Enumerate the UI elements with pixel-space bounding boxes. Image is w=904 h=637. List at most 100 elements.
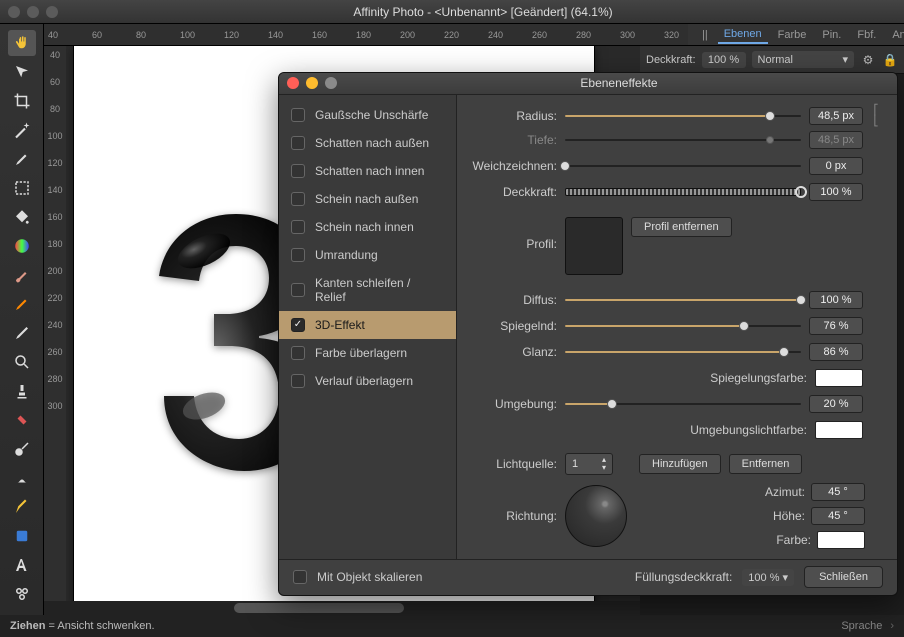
horizontal-scrollbar[interactable]	[44, 601, 640, 615]
stamp-tool[interactable]	[8, 378, 36, 404]
fx-3d-effect[interactable]: 3D-Effekt	[279, 311, 456, 339]
hand-tool[interactable]	[8, 30, 36, 56]
light-source-select[interactable]: 1▴▾	[565, 453, 613, 475]
radius-value[interactable]: 48,5 px	[809, 107, 863, 125]
dialog-close-button[interactable]	[287, 77, 299, 89]
diffuse-slider[interactable]	[565, 293, 801, 307]
specular-value[interactable]: 76 %	[809, 317, 863, 335]
marquee-tool[interactable]	[8, 175, 36, 201]
row-opacity: Deckkraft: 100 %	[467, 183, 881, 201]
tab-layers[interactable]: Ebenen	[718, 26, 768, 44]
language-selector[interactable]: Sprache›	[841, 620, 894, 632]
fx-inner-glow[interactable]: Schein nach innen	[279, 213, 456, 241]
remove-profile-button[interactable]: Profil entfernen	[631, 217, 732, 237]
wand-tool[interactable]	[8, 117, 36, 143]
heal-tool[interactable]	[8, 407, 36, 433]
app-title: Affinity Photo - <Unbenannt> [Geändert] …	[70, 5, 896, 19]
dodge-tool[interactable]	[8, 436, 36, 462]
soften-value[interactable]: 0 px	[809, 157, 863, 175]
shine-value[interactable]: 86 %	[809, 343, 863, 361]
text-tool[interactable]	[8, 552, 36, 578]
remove-light-button[interactable]: Entfernen	[729, 454, 803, 474]
specular-color-swatch[interactable]	[815, 369, 863, 387]
tab-fbf[interactable]: Fbf.	[851, 27, 882, 43]
tab-brushes[interactable]: Pin.	[816, 27, 847, 43]
fx-outer-shadow[interactable]: Schatten nach außen	[279, 129, 456, 157]
specular-slider[interactable]	[565, 319, 801, 333]
ambient-value[interactable]: 20 %	[809, 395, 863, 413]
tab-adjust[interactable]: Anp.	[886, 27, 904, 43]
depth-slider[interactable]	[565, 133, 801, 147]
scale-with-object-label: Mit Objekt skalieren	[317, 570, 422, 584]
dialog-zoom-button[interactable]	[325, 77, 337, 89]
pen-tool[interactable]	[8, 494, 36, 520]
scale-with-object-checkbox[interactable]	[293, 570, 307, 584]
checkbox[interactable]	[291, 374, 305, 388]
checkbox[interactable]	[291, 283, 305, 297]
checkbox[interactable]	[291, 220, 305, 234]
depth-value[interactable]: 48,5 px	[809, 131, 863, 149]
profile-preview[interactable]	[565, 217, 623, 275]
gradient-tool[interactable]	[8, 233, 36, 259]
ambient-slider[interactable]	[565, 397, 801, 411]
direction-control[interactable]	[565, 485, 627, 547]
diffuse-value[interactable]: 100 %	[809, 291, 863, 309]
checkbox[interactable]	[291, 192, 305, 206]
radius-slider[interactable]	[565, 109, 801, 123]
top-strip: mm 4060801001201401601802002202402602803…	[0, 24, 904, 46]
close-button[interactable]: Schließen	[804, 566, 883, 588]
lock-icon[interactable]: 🔒	[882, 52, 898, 68]
add-light-button[interactable]: Hinzufügen	[639, 454, 721, 474]
azimuth-value[interactable]: 45 °	[811, 483, 865, 501]
row-specular: Spiegelnd: 76 %	[467, 317, 881, 335]
blend-mode-select[interactable]: Normal▾	[752, 51, 854, 68]
row-soften: Weichzeichnen: 0 px	[467, 157, 881, 175]
fx-bevel[interactable]: Kanten schleifen / Relief	[279, 269, 456, 311]
checkbox[interactable]	[291, 346, 305, 360]
flood-fill-tool[interactable]	[8, 204, 36, 230]
ruler-vertical: 406080100120140160180200220240260280300	[44, 46, 66, 615]
dialog-titlebar[interactable]: Ebeneneffekte	[279, 73, 897, 95]
fx-color-overlay[interactable]: Farbe überlagern	[279, 339, 456, 367]
checkbox[interactable]	[291, 248, 305, 262]
opacity-value[interactable]: 100 %	[702, 52, 746, 68]
window-minimize-button[interactable]	[27, 6, 39, 18]
link-icon[interactable]: ⎡⎣	[871, 105, 881, 127]
light-color-swatch[interactable]	[817, 531, 865, 549]
zoom-tool[interactable]	[8, 349, 36, 375]
move-tool[interactable]	[8, 59, 36, 85]
soften-slider[interactable]	[565, 159, 801, 173]
checkbox[interactable]	[291, 318, 305, 332]
window-zoom-button[interactable]	[46, 6, 58, 18]
opacity-slider[interactable]	[565, 185, 801, 199]
row-shine: Glanz: 86 %	[467, 343, 881, 361]
elevation-value[interactable]: 45 °	[811, 507, 865, 525]
checkbox[interactable]	[291, 108, 305, 122]
color-replace-tool[interactable]	[8, 291, 36, 317]
assets-tool[interactable]	[8, 581, 36, 607]
fx-outer-glow[interactable]: Schein nach außen	[279, 185, 456, 213]
crop-tool[interactable]	[8, 88, 36, 114]
fill-opacity-value[interactable]: 100 % ▾	[742, 569, 794, 586]
shine-slider[interactable]	[565, 345, 801, 359]
fx-gaussian-blur[interactable]: Gaußsche Unschärfe	[279, 101, 456, 129]
fx-inner-shadow[interactable]: Schatten nach innen	[279, 157, 456, 185]
gear-icon[interactable]: ⚙	[860, 52, 876, 68]
tab-color[interactable]: Farbe	[772, 27, 813, 43]
smudge-tool[interactable]	[8, 465, 36, 491]
paint-brush-tool[interactable]	[8, 262, 36, 288]
ambient-color-swatch[interactable]	[815, 421, 863, 439]
brush-select-tool[interactable]	[8, 146, 36, 172]
status-hint: Ziehen = Ansicht schwenken.	[10, 620, 155, 632]
fx-gradient-overlay[interactable]: Verlauf überlagern	[279, 367, 456, 395]
pixel-tool[interactable]	[8, 320, 36, 346]
checkbox[interactable]	[291, 164, 305, 178]
checkbox[interactable]	[291, 136, 305, 150]
window-close-button[interactable]	[8, 6, 20, 18]
opacity-value[interactable]: 100 %	[809, 183, 863, 201]
dialog-minimize-button[interactable]	[306, 77, 318, 89]
fx-outline[interactable]: Umrandung	[279, 241, 456, 269]
shape-tool[interactable]	[8, 523, 36, 549]
tab-history[interactable]: ||	[696, 27, 714, 43]
row-diffuse: Diffus: 100 %	[467, 291, 881, 309]
